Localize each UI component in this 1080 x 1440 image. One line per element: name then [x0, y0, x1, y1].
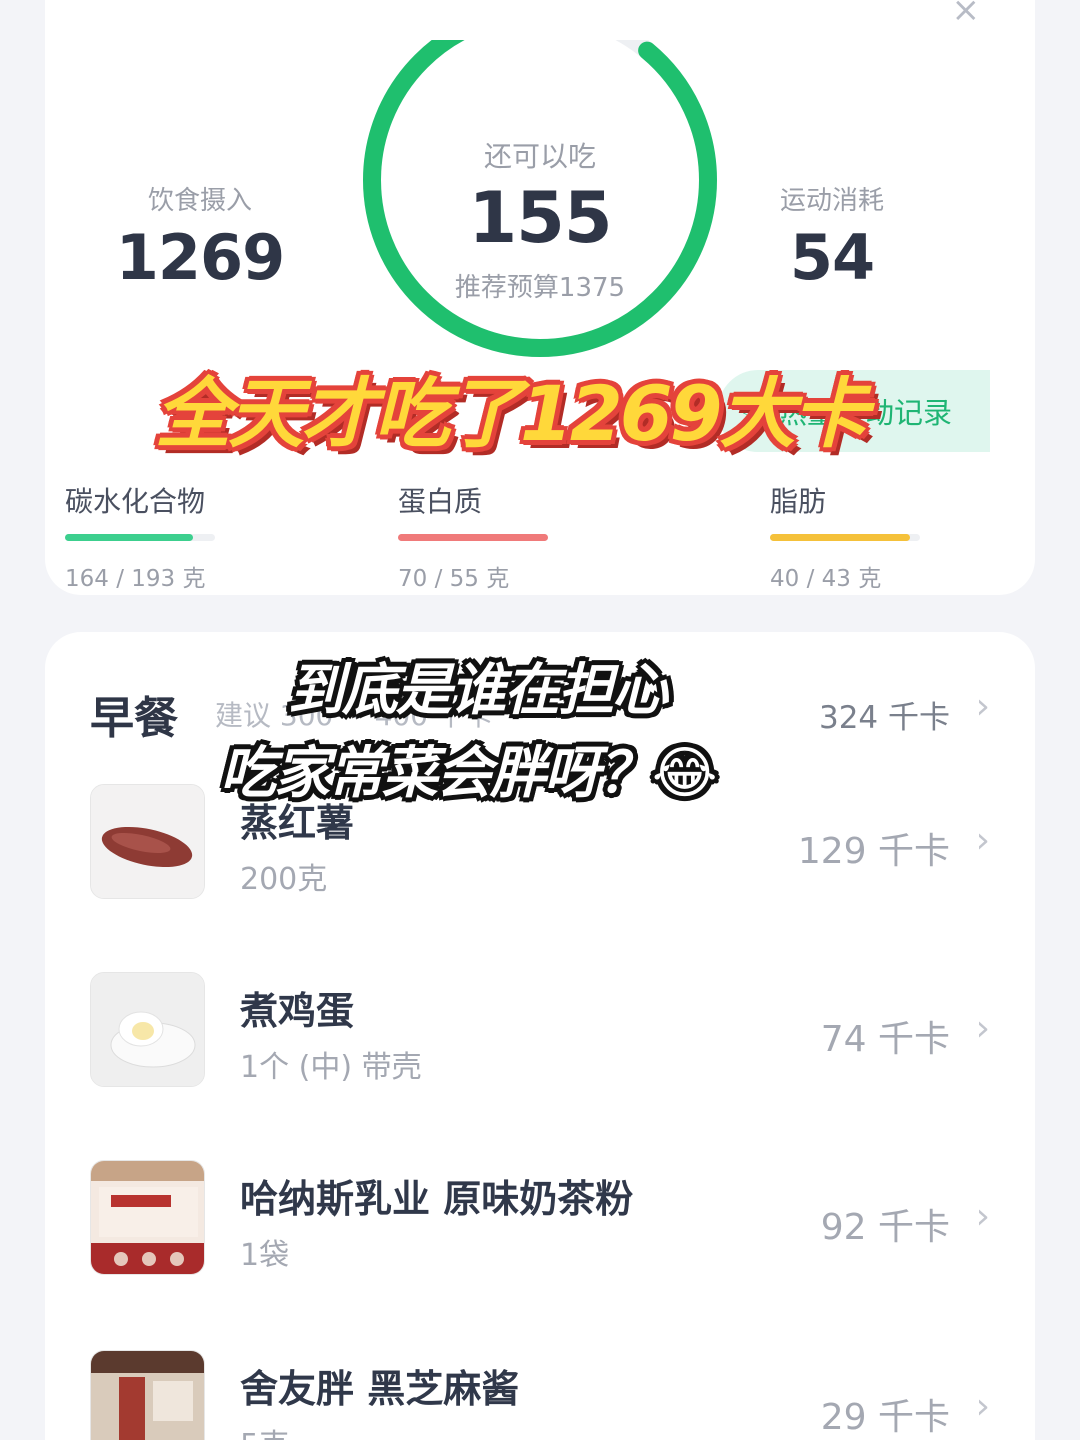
chevron-right-icon: ›	[975, 1386, 990, 1427]
macro-amount: 70 / 55 克	[398, 566, 510, 592]
macro-bar	[770, 534, 920, 541]
remaining-center[interactable]: 还可以吃 155 推荐预算1375	[390, 135, 690, 304]
intake-label: 饮食摄入	[147, 186, 252, 216]
meal-total-kcal: 324 千卡	[818, 700, 950, 736]
question-overlay-line2: 吃家常菜会胖呀？😂	[220, 741, 717, 806]
question-overlay-line1: 到底是谁在担心	[288, 658, 668, 723]
food-item[interactable]: 哈纳斯乳业 原味奶茶粉 1袋 92 千卡 ›	[90, 1160, 990, 1280]
chevron-right-icon: ›	[975, 820, 990, 861]
food-kcal: 92 千卡	[820, 1207, 950, 1248]
chevron-right-icon: ›	[975, 686, 990, 727]
sesame-paste-thumbnail	[90, 1350, 205, 1440]
chevron-right-icon: ›	[975, 1008, 990, 1049]
chevron-right-icon: ›	[975, 1196, 990, 1237]
intake-stat[interactable]: 饮食摄入 1269	[90, 180, 310, 294]
burn-stat[interactable]: 运动消耗 54	[722, 180, 942, 294]
food-item[interactable]: 舍友胖 黑芝麻酱 5克 29 千卡 ›	[90, 1350, 990, 1440]
food-kcal: 129 千卡	[797, 831, 950, 872]
macro-label: 脂肪	[770, 485, 827, 518]
remaining-label: 还可以吃	[483, 140, 596, 173]
macro-amount: 40 / 43 克	[770, 566, 882, 592]
sweet-potato-thumbnail	[90, 784, 205, 899]
burn-value: 54	[789, 221, 875, 294]
macro-bar-fill	[65, 534, 193, 541]
macro-protein: 蛋白质 70 / 55 克	[398, 480, 558, 593]
macro-bar-fill	[770, 534, 910, 541]
food-name: 哈纳斯乳业 原味奶茶粉	[240, 1177, 634, 1221]
macro-amount: 164 / 193 克	[65, 566, 206, 592]
food-quantity: 200克	[240, 862, 328, 897]
food-item[interactable]: 煮鸡蛋 1个 (中) 带壳 74 千卡 ›	[90, 972, 990, 1092]
macro-bar	[398, 534, 548, 541]
macro-fat: 脂肪 40 / 43 克	[770, 480, 930, 593]
intake-value: 1269	[115, 221, 286, 294]
budget-text: 推荐预算1375	[454, 273, 626, 303]
boiled-egg-thumbnail	[90, 972, 205, 1087]
food-quantity: 1个 (中) 带壳	[240, 1050, 422, 1085]
food-quantity: 5克	[240, 1420, 289, 1440]
macro-bar-fill	[398, 534, 548, 541]
milk-tea-powder-thumbnail	[90, 1160, 205, 1275]
macro-bar	[65, 534, 215, 541]
remaining-value: 155	[468, 177, 612, 259]
macro-label: 碳水化合物	[65, 485, 206, 518]
macro-label: 蛋白质	[398, 485, 483, 518]
burn-label: 运动消耗	[779, 186, 884, 216]
food-name: 煮鸡蛋	[240, 989, 355, 1033]
food-kcal: 29 千卡	[820, 1397, 950, 1438]
food-kcal: 74 千卡	[820, 1019, 950, 1060]
close-icon[interactable]: ×	[952, 0, 981, 30]
headline-overlay: 全天才吃了1269大卡	[155, 369, 869, 458]
food-name: 舍友胖 黑芝麻酱	[240, 1367, 520, 1411]
macro-carb: 碳水化合物 164 / 193 克	[65, 480, 225, 593]
meal-title: 早餐	[90, 693, 178, 744]
food-quantity: 1袋	[240, 1238, 290, 1273]
